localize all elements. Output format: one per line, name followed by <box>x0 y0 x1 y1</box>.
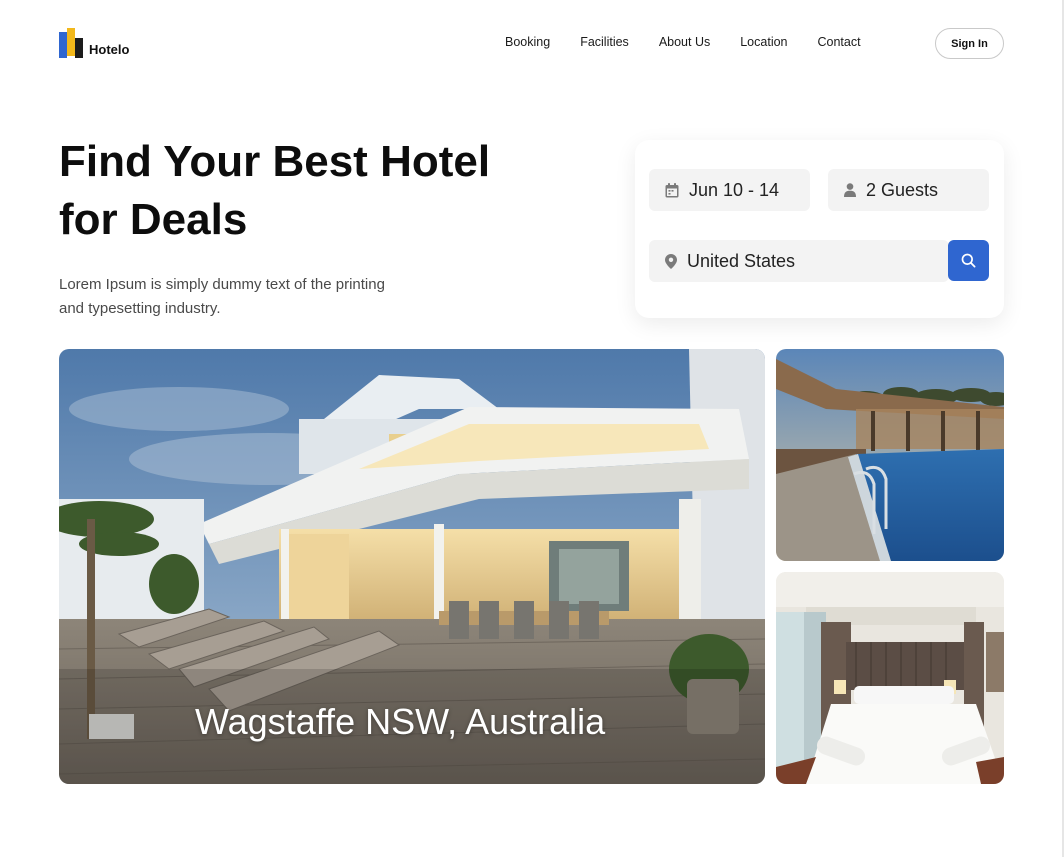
date-range-field[interactable]: Jun 10 - 14 <box>649 169 810 211</box>
hero-subtitle-line-2: and typesetting industry. <box>59 300 221 317</box>
user-icon <box>844 183 856 197</box>
bedroom-photo <box>776 572 1004 784</box>
date-range-value: Jun 10 - 14 <box>689 179 780 200</box>
guests-field[interactable]: 2 Guests <box>828 169 989 211</box>
search-card: Jun 10 - 14 2 Guests United States <box>635 140 1004 318</box>
featured-hotel-image[interactable]: Wagstaffe NSW, Australia <box>59 349 765 784</box>
nav-link-facilities[interactable]: Facilities <box>580 35 629 49</box>
brand-logo[interactable]: Hotelo <box>59 28 130 58</box>
hero-title-line-2: for Deals <box>59 195 248 244</box>
hero-subtitle-line-1: Lorem Ipsum is simply dummy text of the … <box>59 276 385 293</box>
guests-value: 2 Guests <box>866 179 939 200</box>
search-button[interactable] <box>948 240 989 281</box>
featured-location-caption: Wagstaffe NSW, Australia <box>195 701 606 742</box>
location-field[interactable]: United States <box>649 240 949 282</box>
logo-icon <box>59 28 83 58</box>
nav-link-about-us[interactable]: About Us <box>659 35 710 49</box>
search-icon <box>961 253 976 268</box>
nav-link-booking[interactable]: Booking <box>505 35 550 49</box>
nav-link-contact[interactable]: Contact <box>818 35 861 49</box>
location-value: United States <box>687 250 796 271</box>
pool-image[interactable] <box>776 349 1004 561</box>
nav-link-location[interactable]: Location <box>740 35 787 49</box>
hero-title-line-1: Find Your Best Hotel <box>59 137 491 186</box>
main-nav: Booking Facilities About Us Location Con… <box>505 35 891 49</box>
location-pin-icon <box>665 253 677 269</box>
calendar-icon <box>665 182 679 197</box>
pool-photo <box>776 349 1004 561</box>
hero-title: Find Your Best Hotel for Deals <box>59 133 539 249</box>
brand-name: Hotelo <box>89 41 130 57</box>
sign-in-button[interactable]: Sign In <box>935 28 1004 59</box>
hero-subtitle: Lorem Ipsum is simply dummy text of the … <box>59 273 419 321</box>
room-image[interactable] <box>776 572 1004 784</box>
